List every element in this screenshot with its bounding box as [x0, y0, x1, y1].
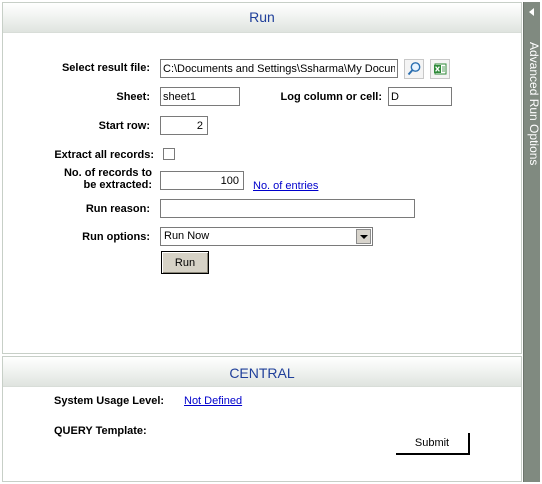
central-section-header: CENTRAL [3, 357, 521, 387]
run-options-label: Run options: [82, 231, 150, 243]
log-column-input[interactable] [388, 87, 452, 106]
records-count-input[interactable] [160, 171, 244, 190]
run-button[interactable]: Run [161, 251, 209, 274]
log-column-label: Log column or cell: [280, 91, 382, 103]
run-options-selected: Run Now [164, 230, 210, 242]
main-frame: Run Select result file: Sheet: Log colum… [0, 0, 542, 484]
excel-icon [434, 63, 447, 75]
records-count-label-line1: No. of records to [63, 167, 152, 179]
run-reason-label: Run reason: [85, 203, 150, 215]
extract-all-label: Extract all records: [54, 149, 154, 161]
central-title: CENTRAL [229, 365, 295, 381]
sheet-input[interactable] [160, 87, 240, 106]
system-usage-link[interactable]: Not Defined [184, 395, 242, 407]
run-section-header: Run [3, 3, 521, 33]
no-of-entries-link[interactable]: No. of entries [253, 180, 318, 192]
run-reason-input[interactable] [160, 199, 415, 218]
result-file-input[interactable] [160, 59, 398, 78]
extract-all-checkbox[interactable] [163, 148, 175, 160]
run-options-select[interactable]: Run Now [160, 227, 373, 246]
query-template-label: QUERY Template: [54, 425, 147, 437]
select-result-file-label: Select result file: [61, 62, 150, 74]
collapse-arrow-icon[interactable] [529, 8, 534, 16]
chevron-down-icon[interactable] [356, 229, 371, 244]
magnifier-icon [407, 62, 421, 76]
submit-button[interactable]: Submit [396, 433, 470, 455]
open-excel-button[interactable] [430, 59, 450, 79]
start-row-label: Start row: [98, 120, 150, 132]
start-row-input[interactable] [160, 116, 208, 135]
system-usage-label: System Usage Level: [54, 395, 165, 407]
records-count-label: No. of records to be extracted: [20, 167, 152, 191]
central-panel: CENTRAL [2, 356, 522, 482]
advanced-run-options-tab[interactable]: Advanced Run Options [523, 2, 541, 482]
records-count-label-line2: be extracted: [83, 179, 152, 191]
browse-search-button[interactable] [404, 59, 424, 79]
run-title: Run [249, 9, 275, 25]
advanced-run-options-label: Advanced Run Options [527, 42, 541, 166]
sheet-label: Sheet: [116, 91, 150, 103]
